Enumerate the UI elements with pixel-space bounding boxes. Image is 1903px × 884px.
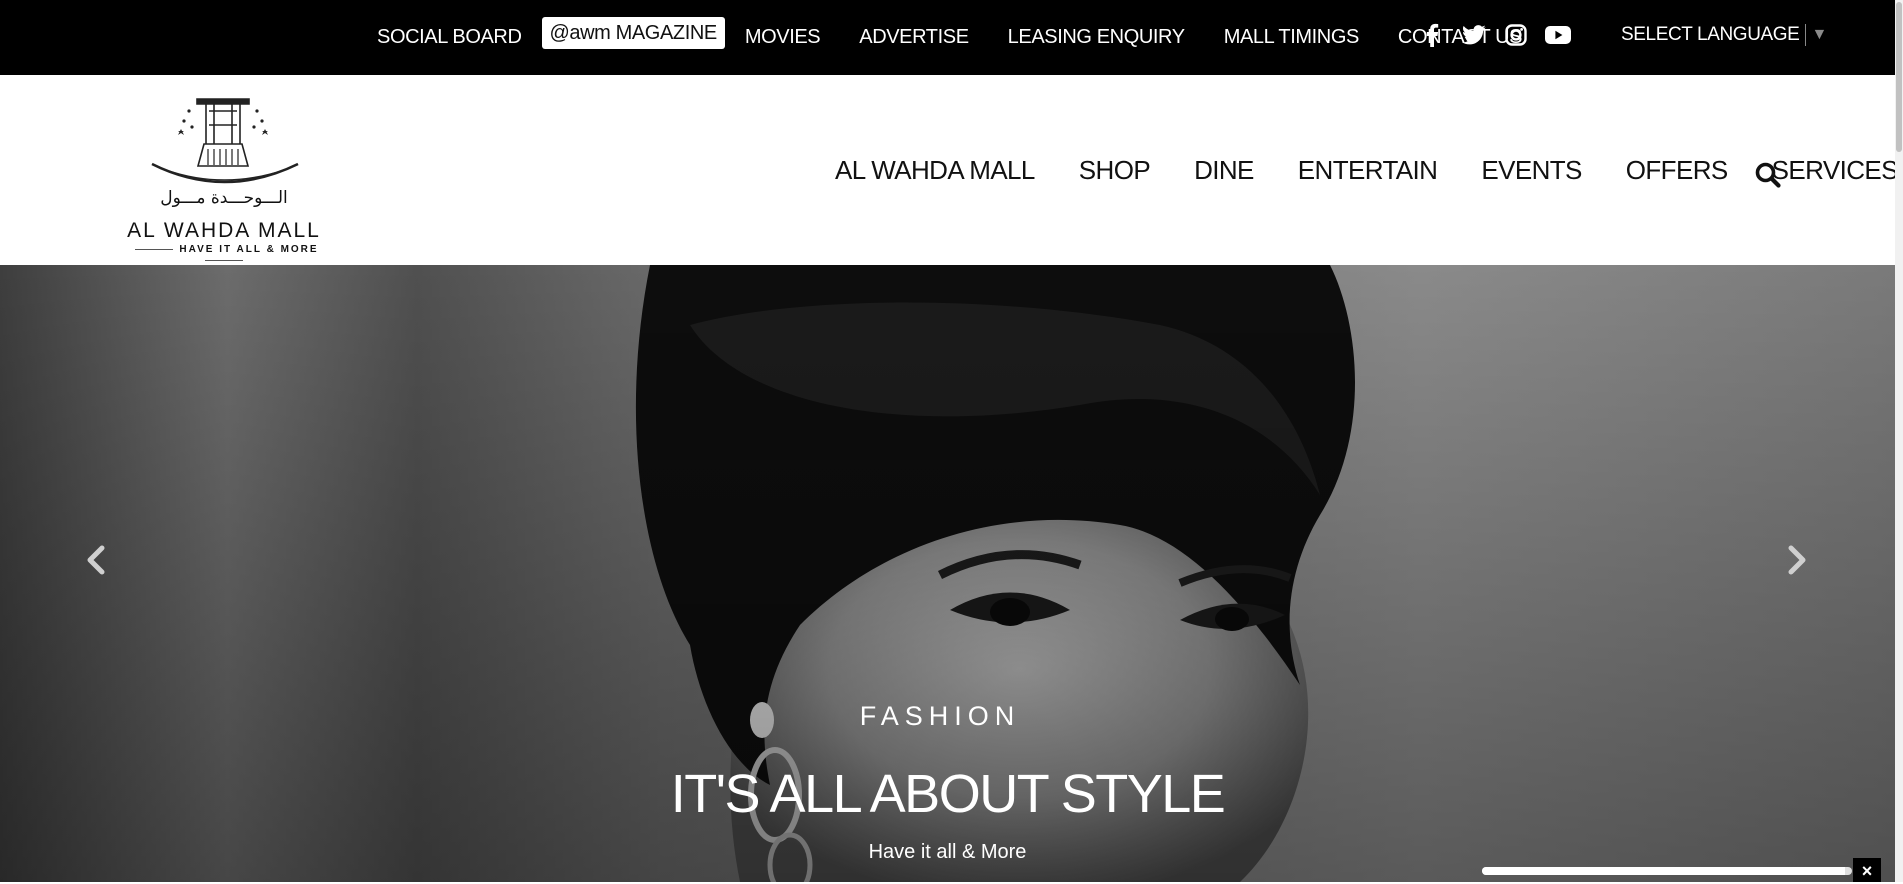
close-button[interactable]: ×: [1853, 858, 1881, 882]
nav-item-services[interactable]: SERVICES: [1772, 155, 1899, 186]
main-nav: AL WAHDA MALL SHOP DINE ENTERTAIN EVENTS…: [835, 75, 1903, 265]
top-link-mall-timings[interactable]: MALL TIMINGS: [1224, 26, 1360, 49]
nav-item-offers[interactable]: OFFERS: [1626, 155, 1728, 186]
search-icon[interactable]: [1754, 161, 1782, 189]
top-link-awm-magazine[interactable]: @awm MAGAZINE: [541, 16, 725, 49]
hero-title: IT'S ALL ABOUT STYLE: [670, 764, 1226, 824]
top-link-social-board[interactable]: SOCIAL BOARD: [377, 26, 522, 49]
slider-prev-arrow-icon[interactable]: [80, 540, 110, 580]
main-header: الـــوحـــدة مـــول AL WAHDA MALL HAVE I…: [0, 75, 1898, 265]
youtube-icon[interactable]: [1545, 22, 1571, 48]
logo-arabic: الـــوحـــدة مـــول: [160, 188, 288, 208]
language-divider: [1805, 24, 1807, 46]
nav-item-shop[interactable]: SHOP: [1079, 155, 1151, 186]
logo-rule-right: [205, 259, 243, 261]
scrollbar-thumb[interactable]: [1896, 2, 1902, 152]
top-bar: SOCIAL BOARD @awm MAGAZINE MOVIES ADVERT…: [0, 0, 1895, 75]
top-links: SOCIAL BOARD @awm MAGAZINE MOVIES ADVERT…: [377, 0, 1561, 75]
logo-title: AL WAHDA MALL: [127, 219, 321, 242]
slide-progress-fill: [1482, 867, 1845, 875]
facebook-icon[interactable]: [1419, 22, 1445, 48]
slider-next-arrow-icon[interactable]: [1783, 540, 1813, 580]
logo-rule-left: [135, 248, 174, 250]
slide-progress-bar: [1482, 867, 1852, 875]
top-link-leasing-enquiry[interactable]: LEASING ENQUIRY: [1008, 26, 1185, 49]
social-links: [1419, 22, 1587, 48]
logo[interactable]: الـــوحـــدة مـــول AL WAHDA MALL HAVE I…: [114, 91, 334, 261]
hero-category: FASHION: [859, 701, 1021, 731]
hero-slider: FASHION IT'S ALL ABOUT STYLE Have it all…: [0, 265, 1895, 882]
chevron-down-icon: ▼: [1811, 26, 1827, 43]
nav-item-al-wahda-mall[interactable]: AL WAHDA MALL: [835, 155, 1035, 186]
nav-item-events[interactable]: EVENTS: [1481, 155, 1582, 186]
language-selector[interactable]: SELECT LANGUAGE ▼: [1621, 24, 1827, 46]
logo-tagline: HAVE IT ALL & MORE: [179, 244, 319, 255]
top-link-advertise[interactable]: ADVERTISE: [859, 26, 969, 49]
twitter-icon[interactable]: [1461, 22, 1487, 48]
language-label: SELECT LANGUAGE: [1621, 24, 1800, 45]
nav-item-entertain[interactable]: ENTERTAIN: [1298, 155, 1438, 186]
instagram-icon[interactable]: [1503, 22, 1529, 48]
top-link-movies[interactable]: MOVIES: [745, 26, 821, 49]
logo-tagline-row: HAVE IT ALL & MORE: [114, 244, 334, 266]
logo-emblem: الـــوحـــدة مـــول: [151, 98, 299, 208]
nav-item-dine[interactable]: DINE: [1194, 155, 1254, 186]
hero-subtitle: Have it all & More: [868, 841, 1027, 863]
